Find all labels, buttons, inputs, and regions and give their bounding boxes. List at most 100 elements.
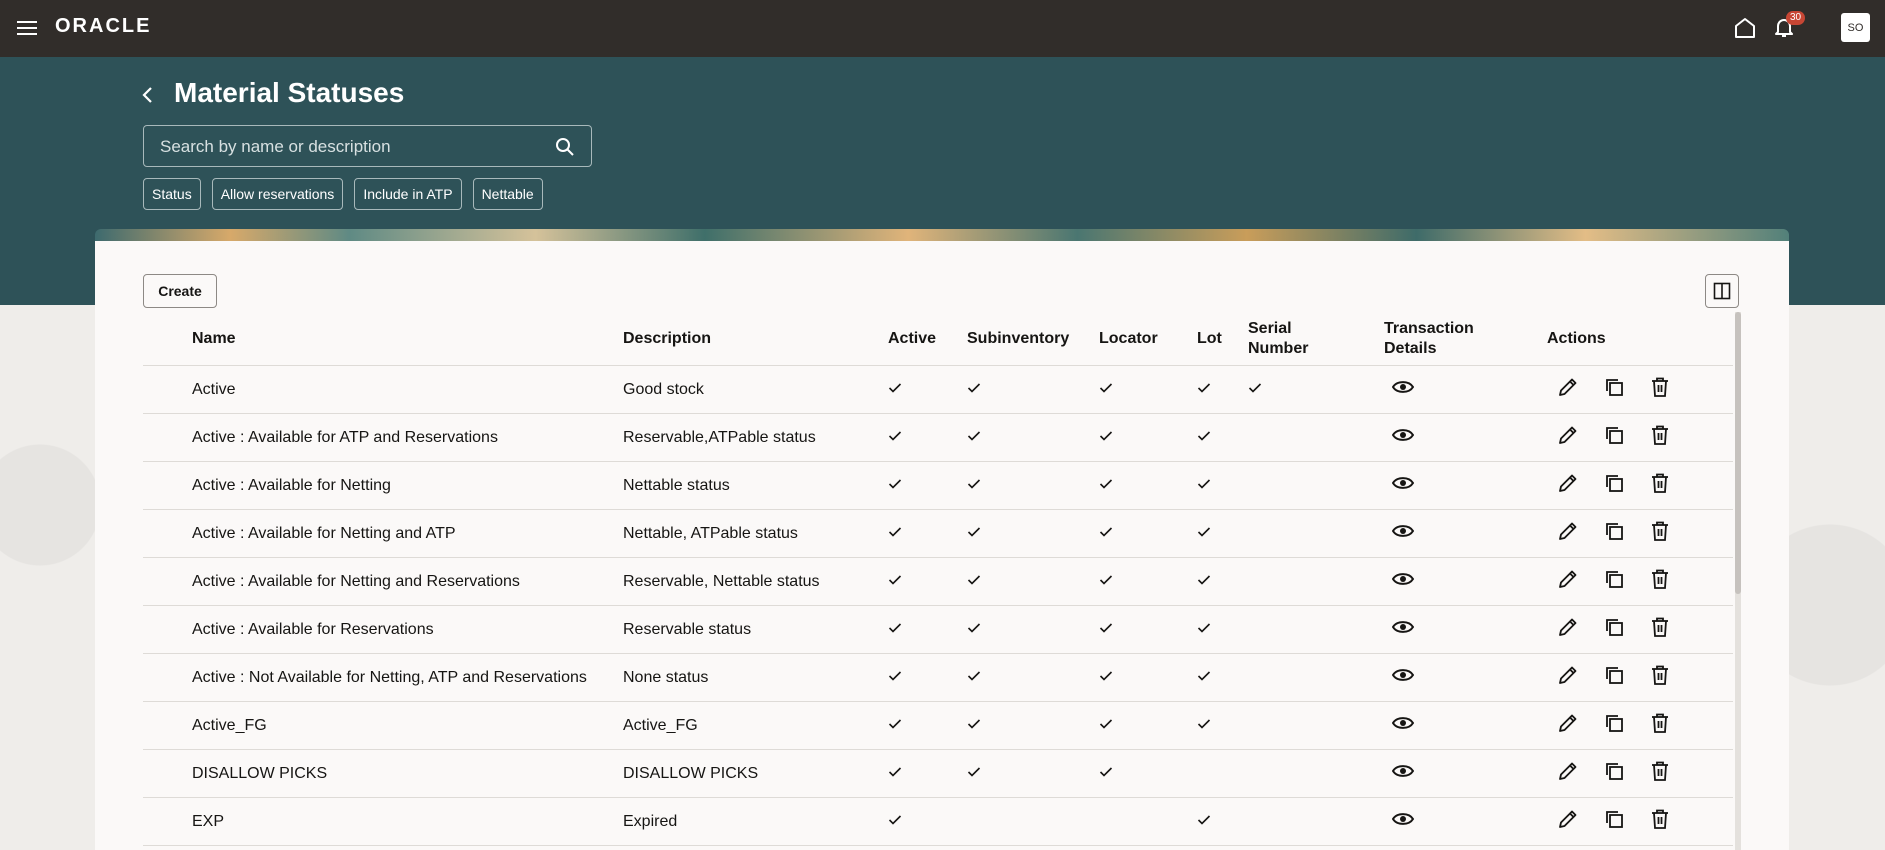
oracle-logo[interactable]: ORACLE — [55, 15, 151, 38]
description-cell: Active_FG — [623, 701, 888, 750]
row-spacer — [143, 413, 192, 462]
duplicate-icon[interactable] — [1603, 712, 1625, 734]
home-icon[interactable] — [1733, 16, 1757, 40]
user-avatar[interactable]: SO — [1841, 13, 1870, 42]
filter-chip-include-in-atp[interactable]: Include in ATP — [354, 178, 462, 210]
delete-icon[interactable] — [1649, 424, 1671, 446]
duplicate-icon[interactable] — [1603, 376, 1625, 398]
edit-icon[interactable] — [1557, 472, 1579, 494]
column-header-actions: Actions — [1547, 313, 1733, 366]
filter-chip-nettable[interactable]: Nettable — [472, 178, 543, 210]
name-cell[interactable]: Active : Available for Netting — [192, 461, 623, 510]
check-icon — [888, 670, 902, 681]
column-header-description[interactable]: Description — [623, 313, 888, 366]
table-row[interactable]: Active : Available for Netting and Reser… — [143, 557, 1733, 606]
table-row[interactable]: Active : Available for ATP and Reservati… — [143, 413, 1733, 462]
create-button[interactable]: Create — [143, 274, 217, 308]
delete-icon[interactable] — [1649, 616, 1671, 638]
serial-number-cell — [1248, 605, 1384, 654]
column-header-subinventory[interactable]: Subinventory — [967, 313, 1099, 366]
duplicate-icon[interactable] — [1603, 520, 1625, 542]
active-cell — [888, 701, 967, 750]
scrollbar-thumb[interactable] — [1735, 312, 1741, 594]
notification-badge: 30 — [1786, 11, 1806, 25]
edit-icon[interactable] — [1557, 808, 1579, 830]
menu-icon[interactable] — [16, 17, 38, 39]
name-cell[interactable]: Active : Available for Netting and Reser… — [192, 557, 623, 606]
name-cell[interactable]: Active : Available for ATP and Reservati… — [192, 413, 623, 462]
actions-cell — [1547, 509, 1733, 558]
view-icon[interactable] — [1392, 763, 1414, 779]
name-cell[interactable]: Active_FG — [192, 701, 623, 750]
delete-icon[interactable] — [1649, 472, 1671, 494]
search-input[interactable] — [144, 126, 562, 168]
duplicate-icon[interactable] — [1603, 808, 1625, 830]
table-row[interactable]: Active : Not Available for Netting, ATP … — [143, 653, 1733, 702]
edit-icon[interactable] — [1557, 616, 1579, 638]
column-header-transaction-details[interactable]: Transaction Details — [1384, 313, 1547, 366]
search-icon[interactable] — [555, 137, 575, 157]
check-icon — [888, 718, 902, 729]
lot-cell — [1197, 365, 1248, 414]
view-icon[interactable] — [1392, 811, 1414, 827]
delete-icon[interactable] — [1649, 568, 1671, 590]
view-icon[interactable] — [1392, 667, 1414, 683]
name-cell[interactable]: Active : Available for Netting and ATP — [192, 509, 623, 558]
transaction-details-cell — [1384, 749, 1547, 798]
column-header-name[interactable]: Name — [192, 313, 623, 366]
duplicate-icon[interactable] — [1603, 568, 1625, 590]
duplicate-icon[interactable] — [1603, 424, 1625, 446]
view-icon[interactable] — [1392, 571, 1414, 587]
actions-cell — [1547, 653, 1733, 702]
delete-icon[interactable] — [1649, 520, 1671, 542]
column-header-locator[interactable]: Locator — [1099, 313, 1197, 366]
edit-icon[interactable] — [1557, 712, 1579, 734]
view-icon[interactable] — [1392, 427, 1414, 443]
delete-icon[interactable] — [1649, 712, 1671, 734]
column-panel-button[interactable] — [1705, 274, 1739, 308]
active-cell — [888, 461, 967, 510]
duplicate-icon[interactable] — [1603, 472, 1625, 494]
edit-icon[interactable] — [1557, 664, 1579, 686]
view-icon[interactable] — [1392, 379, 1414, 395]
check-icon — [967, 382, 981, 393]
edit-icon[interactable] — [1557, 376, 1579, 398]
delete-icon[interactable] — [1649, 808, 1671, 830]
view-icon[interactable] — [1392, 523, 1414, 539]
row-spacer — [143, 509, 192, 558]
table-row[interactable]: Active Good stock — [143, 365, 1733, 414]
name-cell[interactable]: Active — [192, 365, 623, 414]
table-row[interactable]: DISALLOW PICKS DISALLOW PICKS — [143, 749, 1733, 798]
edit-icon[interactable] — [1557, 424, 1579, 446]
name-cell[interactable]: DISALLOW PICKS — [192, 749, 623, 798]
duplicate-icon[interactable] — [1603, 664, 1625, 686]
name-cell[interactable]: Active : Not Available for Netting, ATP … — [192, 653, 623, 702]
delete-icon[interactable] — [1649, 760, 1671, 782]
check-icon — [1099, 766, 1113, 777]
column-header-lot[interactable]: Lot — [1197, 313, 1248, 366]
duplicate-icon[interactable] — [1603, 760, 1625, 782]
view-icon[interactable] — [1392, 715, 1414, 731]
filter-chip-status[interactable]: Status — [143, 178, 201, 210]
column-header-serial-number[interactable]: Serial Number — [1248, 313, 1384, 366]
name-cell[interactable]: EXP — [192, 797, 623, 846]
table-row[interactable]: EXP Expired — [143, 797, 1733, 846]
delete-icon[interactable] — [1649, 376, 1671, 398]
description-cell: Reservable,ATPable status — [623, 413, 888, 462]
table-scrollbar[interactable] — [1735, 312, 1741, 850]
delete-icon[interactable] — [1649, 664, 1671, 686]
filter-chip-allow-reservations[interactable]: Allow reservations — [211, 178, 344, 210]
column-header-active[interactable]: Active — [888, 313, 967, 366]
table-row[interactable]: Active : Available for Netting Nettable s… — [143, 461, 1733, 510]
duplicate-icon[interactable] — [1603, 616, 1625, 638]
edit-icon[interactable] — [1557, 568, 1579, 590]
back-icon[interactable] — [138, 84, 158, 106]
table-row[interactable]: Active : Available for Reservations Reser… — [143, 605, 1733, 654]
table-row[interactable]: Active_FG Active_FG — [143, 701, 1733, 750]
edit-icon[interactable] — [1557, 760, 1579, 782]
edit-icon[interactable] — [1557, 520, 1579, 542]
view-icon[interactable] — [1392, 619, 1414, 635]
table-row[interactable]: Active : Available for Netting and ATP Ne… — [143, 509, 1733, 558]
view-icon[interactable] — [1392, 475, 1414, 491]
name-cell[interactable]: Active : Available for Reservations — [192, 605, 623, 654]
